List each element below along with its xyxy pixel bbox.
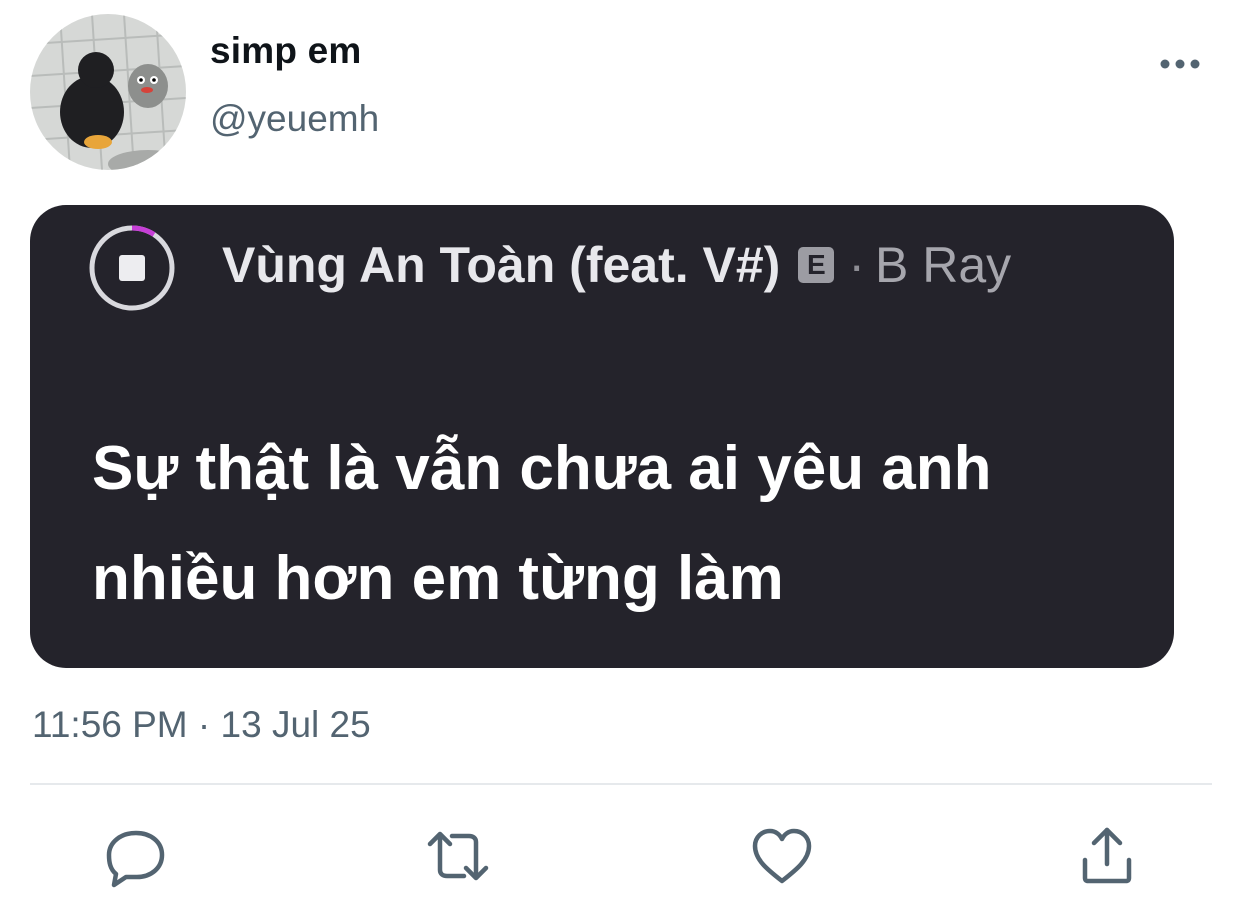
user-handle[interactable]: @yeuemh (210, 98, 379, 140)
avatar-photo-penguin (30, 14, 186, 170)
divider (30, 783, 1212, 785)
reply-icon (106, 830, 165, 888)
explicit-badge: E (798, 247, 835, 283)
artist-name: B Ray (874, 237, 1012, 293)
tweet-timestamp[interactable]: 11:56 PM · 13 Jul 25 (32, 704, 371, 746)
like-icon (752, 828, 812, 884)
song-title: Vùng An Toàn (feat. V#) (222, 237, 781, 293)
more-options-button[interactable] (1148, 44, 1212, 84)
reply-button[interactable] (100, 820, 172, 892)
like-button[interactable] (746, 820, 818, 892)
lyrics-text: Sự thật là vẫn chưa ai yêu anh nhiều hơn… (92, 434, 992, 613)
retweet-button[interactable] (422, 820, 494, 892)
more-horizontal-icon (1160, 59, 1200, 69)
avatar[interactable] (30, 14, 186, 170)
share-icon (1082, 827, 1132, 884)
share-button[interactable] (1071, 820, 1143, 892)
display-name[interactable]: simp em (210, 30, 362, 72)
retweet-icon (427, 831, 489, 881)
now-playing-bar: Vùng An Toàn (feat. V#) E · B Ray (222, 236, 1011, 294)
stop-icon (86, 222, 178, 314)
separator-dot: · (848, 237, 865, 293)
